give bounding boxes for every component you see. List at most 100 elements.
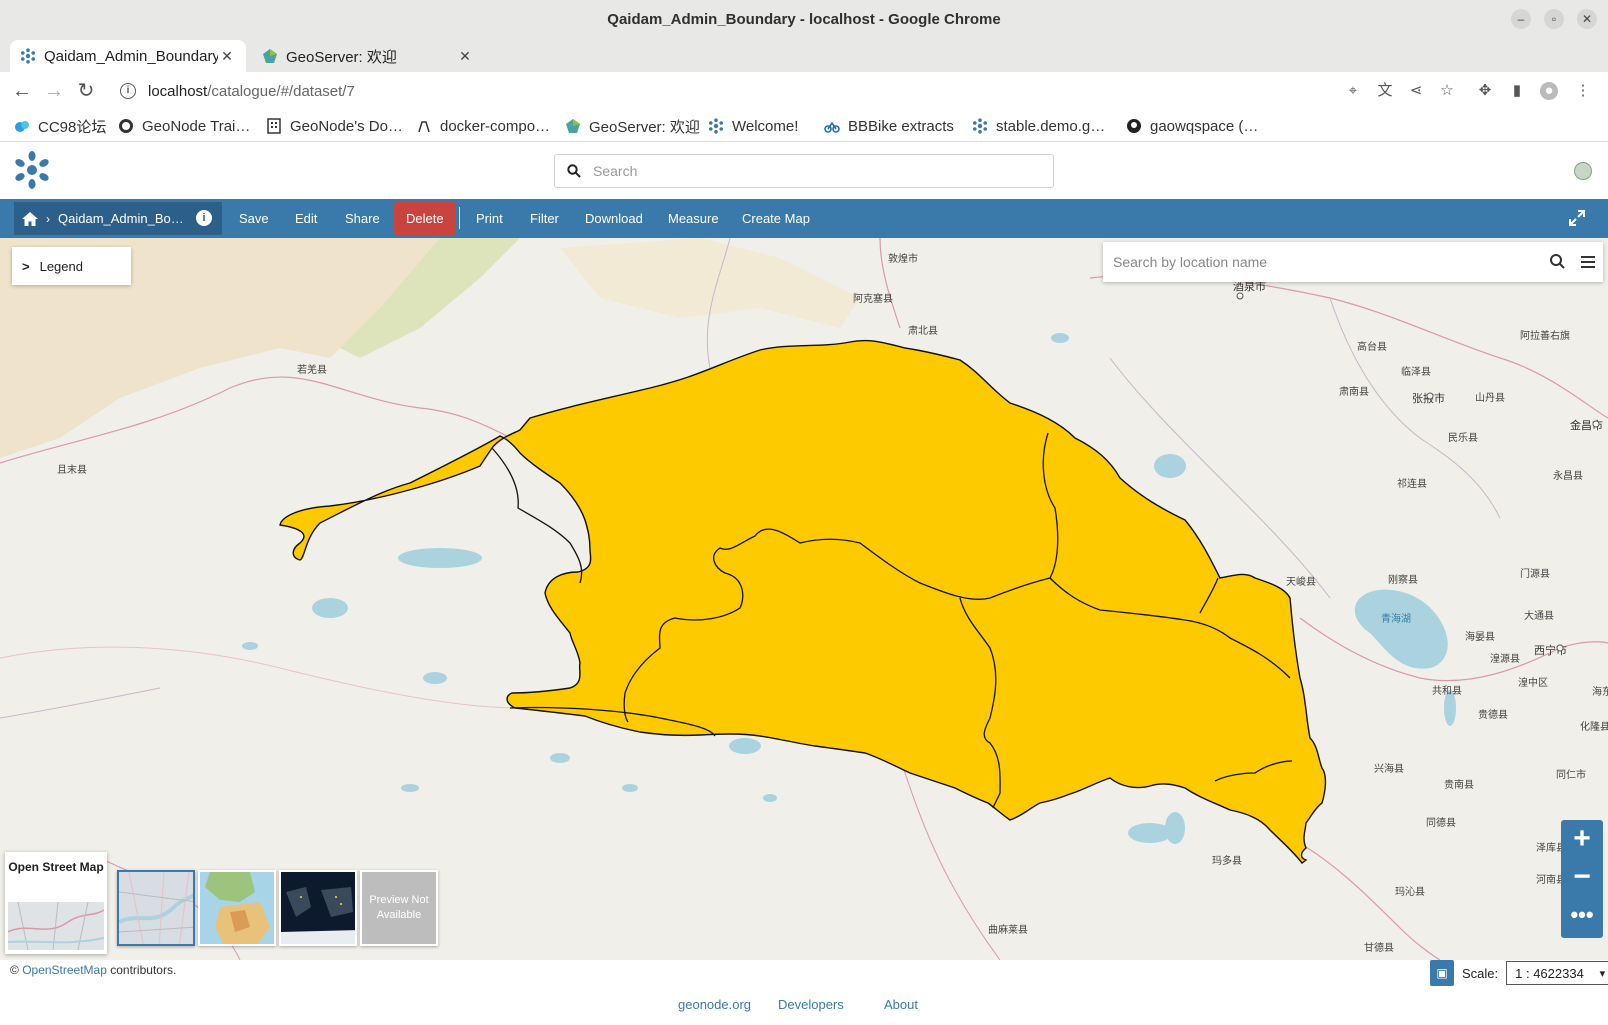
tab-qaidam[interactable]: Qaidam_Admin_Boundary ✕ xyxy=(10,40,246,72)
place-label: 天峻县 xyxy=(1286,575,1316,588)
share-icon[interactable]: ⋖ xyxy=(1407,82,1425,100)
lake xyxy=(423,672,447,684)
address-bar[interactable]: i localhost/catalogue/#/dataset/7 xyxy=(110,75,1550,107)
dataset-action-bar: › Qaidam_Admin_Bo… i Save Edit Share Del… xyxy=(0,199,1608,238)
openstreetmap-link[interactable]: OpenStreetMap xyxy=(22,963,107,977)
fullscreen-icon[interactable] xyxy=(1568,209,1586,227)
more-options-button[interactable]: ••• xyxy=(1561,896,1603,934)
place-label: 临泽县 xyxy=(1401,365,1431,378)
measure-button[interactable]: Measure xyxy=(668,199,719,238)
bookmark-docker-compose[interactable]: docker-compo… xyxy=(416,115,550,137)
minimize-button[interactable]: – xyxy=(1511,9,1531,29)
footer-link-developers[interactable]: Developers xyxy=(778,997,844,1012)
background-option-night[interactable] xyxy=(279,870,357,946)
home-icon[interactable] xyxy=(22,211,38,226)
footer-link-about[interactable]: About xyxy=(884,997,918,1012)
scale-control: ▣ Scale: 1 : 4622334 ▾ xyxy=(1430,960,1608,986)
place-label: 化隆县 xyxy=(1580,720,1608,733)
current-background-card[interactable]: Open Street Map xyxy=(5,852,107,954)
page-footer: geonode.org Developers About xyxy=(0,997,1608,1017)
bookmark-gaowqspace[interactable]: gaowqspace (… xyxy=(1126,115,1258,137)
print-button[interactable]: Print xyxy=(476,199,503,238)
boundary-line xyxy=(0,687,161,719)
dataset-title: Qaidam_Admin_Bo… xyxy=(58,211,184,226)
sand-area xyxy=(560,238,860,328)
translate-icon[interactable]: 文 xyxy=(1376,82,1394,100)
user-avatar[interactable] xyxy=(1574,162,1592,180)
tab-label: GeoServer: 欢迎 xyxy=(286,48,397,66)
place-label: 海东 xyxy=(1592,685,1608,698)
site-info-icon[interactable]: i xyxy=(120,83,136,99)
place-label: 且末县 xyxy=(57,463,87,476)
info-icon[interactable]: i xyxy=(196,210,212,226)
qinghai-lake xyxy=(1354,589,1448,669)
filter-button[interactable]: Filter xyxy=(530,199,559,238)
bookmark-stable-demo[interactable]: stable.demo.g… xyxy=(972,115,1105,137)
background-option-satellite-terrain[interactable] xyxy=(198,870,276,946)
url-host: localhost xyxy=(148,82,208,100)
zoom-in-button[interactable]: + xyxy=(1561,820,1603,858)
scale-select[interactable]: 1 : 4622334 ▾ xyxy=(1506,961,1608,985)
map-viewer[interactable]: 敦煌市 阿克塞县 肃北县 酒泉市 若羌县 且末县 高台县 临泽县 肃南县 张掖市… xyxy=(0,238,1608,960)
maximize-button[interactable]: ▫ xyxy=(1544,9,1564,29)
lake xyxy=(312,598,348,618)
location-search-input[interactable]: Search by location name xyxy=(1103,242,1603,282)
mouse-position-icon[interactable]: ▣ xyxy=(1430,960,1454,986)
bookmark-geonode-training[interactable]: GeoNode Trai… xyxy=(118,115,250,137)
place-label: 阿拉善右旗 xyxy=(1520,329,1570,342)
close-window-button[interactable]: ✕ xyxy=(1577,9,1597,29)
edit-button[interactable]: Edit xyxy=(295,199,317,238)
lake xyxy=(1154,454,1186,478)
geonode-icon xyxy=(973,118,987,134)
create-map-button[interactable]: Create Map xyxy=(742,199,810,238)
save-button[interactable]: Save xyxy=(239,199,269,238)
place-label: 同德县 xyxy=(1426,816,1456,829)
bookmark-label: BBBike extracts xyxy=(848,117,954,135)
legend-toggle-button[interactable]: > Legend xyxy=(12,247,131,285)
back-arrow-icon[interactable]: ← xyxy=(10,79,34,103)
bookmark-cc98[interactable]: CC98论坛 xyxy=(14,115,106,137)
background-option-empty[interactable]: Preview Not Available xyxy=(360,870,438,946)
footer-link-geonode[interactable]: geonode.org xyxy=(678,997,751,1012)
delete-button[interactable]: Delete xyxy=(394,202,456,235)
qaidam-boundary-polygon[interactable] xyxy=(279,339,1327,864)
download-button[interactable]: Download xyxy=(585,199,643,238)
geonode-logo-icon[interactable] xyxy=(12,150,52,190)
road xyxy=(879,238,901,329)
octopus-icon xyxy=(418,121,430,133)
bookmark-star-icon[interactable]: ☆ xyxy=(1438,82,1456,100)
background-selector: Open Street Map Preview Not Available xyxy=(5,852,445,954)
place-label: 山丹县 xyxy=(1475,392,1505,404)
forward-arrow-icon[interactable]: → xyxy=(42,79,66,103)
tab-geoserver[interactable]: GeoServer: 欢迎 ✕ xyxy=(252,40,484,72)
bookmark-label: GeoNode Trai… xyxy=(142,117,251,135)
zoom-out-button[interactable]: − xyxy=(1561,858,1603,896)
bookmark-bbbike[interactable]: BBBike extracts xyxy=(824,115,954,137)
hamburger-menu-icon[interactable] xyxy=(1573,253,1603,271)
tab-label: Qaidam_Admin_Boundary xyxy=(44,47,218,65)
chevron-right-icon: > xyxy=(22,258,30,274)
background-option-osm[interactable] xyxy=(117,870,195,946)
share-button[interactable]: Share xyxy=(345,199,380,238)
bookmark-label: CC98论坛 xyxy=(38,118,107,136)
copyright-symbol: © xyxy=(10,963,19,977)
site-search-input[interactable]: Search xyxy=(554,154,1054,188)
github-icon xyxy=(1127,119,1141,133)
lake xyxy=(550,753,570,763)
bookmark-welcome[interactable]: Welcome! xyxy=(708,115,798,137)
bookmark-geoserver[interactable]: GeoServer: 欢迎 xyxy=(565,115,700,137)
reload-icon[interactable]: ↻ xyxy=(74,79,98,103)
breadcrumb: › Qaidam_Admin_Bo… i xyxy=(14,202,222,235)
tab-close-icon[interactable]: ✕ xyxy=(456,48,474,65)
bookmark-geonode-docs[interactable]: GeoNode's Do… xyxy=(266,115,403,137)
profile-avatar-icon[interactable]: ● xyxy=(1540,82,1558,100)
side-panel-icon[interactable]: ▮ xyxy=(1508,82,1526,100)
extensions-puzzle-icon[interactable]: ✥ xyxy=(1476,82,1494,100)
tab-close-icon[interactable]: ✕ xyxy=(218,48,236,65)
search-icon[interactable] xyxy=(1543,253,1573,271)
search-placeholder: Search xyxy=(593,163,638,179)
scale-value: 1 : 4622334 xyxy=(1515,965,1584,981)
place-label: 甘德县 xyxy=(1364,941,1394,954)
location-pin-icon[interactable]: ⌖ xyxy=(1344,82,1362,100)
chrome-menu-icon[interactable]: ⋮ xyxy=(1574,82,1592,100)
